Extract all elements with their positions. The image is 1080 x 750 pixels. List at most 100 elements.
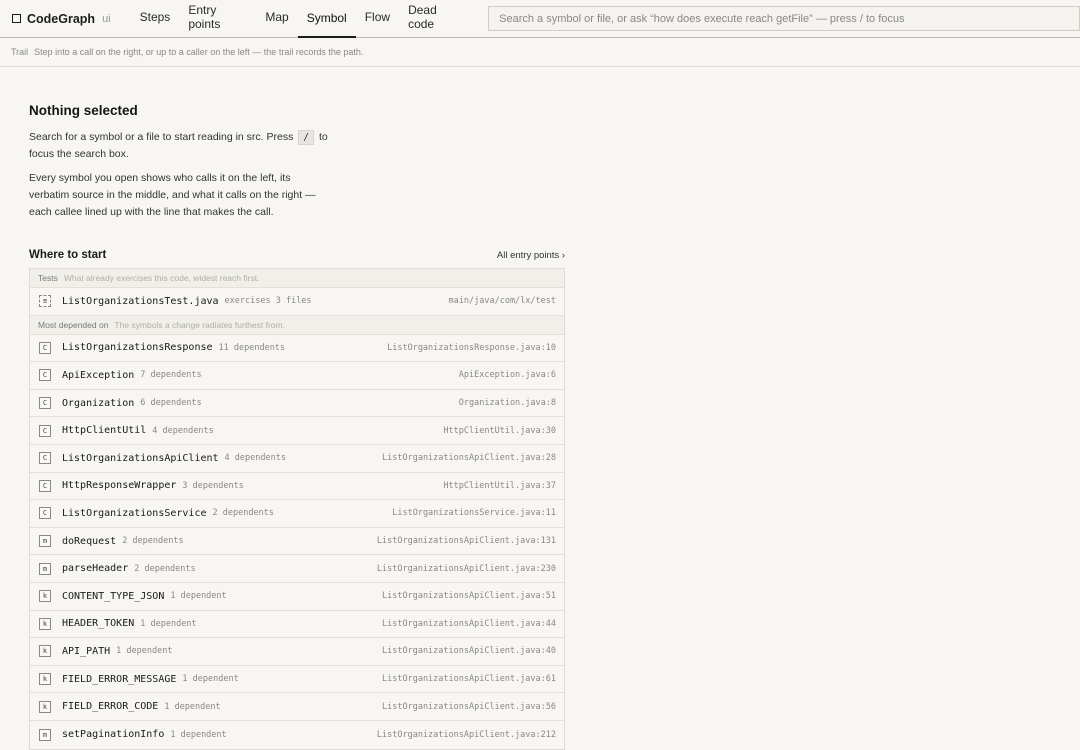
symbol-row[interactable]: m doRequest 2 dependents ListOrganizationsA… <box>30 528 564 556</box>
symbol-meta: 3 dependents <box>182 480 244 491</box>
symbol-name: HttpClientUtil <box>62 425 147 437</box>
symbol-row[interactable]: k HEADER_TOKEN 1 dependent ListOrganization… <box>30 611 564 639</box>
symbol-meta: 11 dependents <box>218 342 286 353</box>
symbol-name: CONTENT_TYPE_JSON <box>62 590 165 602</box>
symbol-location: ListOrganizationsApiClient.java:61 <box>382 674 556 685</box>
symbol-meta: 1 dependent <box>164 701 221 712</box>
symbol-meta: 4 dependents <box>224 453 286 464</box>
trail-label: Trail <box>11 47 29 57</box>
symbol-row[interactable]: C ListOrganizationsResponse 11 dependents L… <box>30 335 564 363</box>
symbol-row[interactable]: k FIELD_ERROR_CODE 1 dependent ListOrganiza… <box>30 693 564 721</box>
section-name: Most depended on <box>38 319 109 330</box>
symbol-meta: 2 dependents <box>134 563 196 574</box>
brand-name: CodeGraph <box>27 11 96 26</box>
symbol-name: ListOrganizationsService <box>62 507 207 519</box>
tab-flow[interactable]: Flow <box>356 0 399 36</box>
symbol-row[interactable]: k CONTENT_TYPE_JSON 1 dependent ListOrganiz… <box>30 583 564 611</box>
symbol-name: Organization <box>62 397 135 409</box>
all-entry-points-link[interactable]: All entry points › <box>497 250 565 261</box>
symbol-name: parseHeader <box>62 563 129 575</box>
symbol-meta: 4 dependents <box>152 425 214 436</box>
symbol-kind-icon: k <box>39 645 51 658</box>
symbol-name: ListOrganizationsApiClient <box>62 452 219 464</box>
symbol-row[interactable]: m parseHeader 2 dependents ListOrganization… <box>30 555 564 583</box>
symbol-meta: 1 dependent <box>170 729 227 740</box>
tab-symbol[interactable]: Symbol <box>297 0 356 38</box>
symbol-row[interactable]: m setPaginationInfo 1 dependent ListOrganiz… <box>30 721 564 749</box>
symbol-row[interactable]: C ListOrganizationsApiClient 4 dependents L… <box>30 445 564 473</box>
symbol-location: ListOrganizationsApiClient.java:131 <box>376 536 556 547</box>
symbol-row[interactable]: C HttpResponseWrapper 3 dependents HttpClie… <box>30 473 564 501</box>
symbol-location: ListOrganizationsApiClient.java:51 <box>382 591 556 602</box>
symbol-meta: 2 dependents <box>212 508 274 519</box>
symbol-name: ListOrganizationsResponse <box>62 342 213 354</box>
symbol-kind-icon: k <box>39 617 51 630</box>
where-to-start-table: Tests What already exercises this code, w… <box>29 268 565 750</box>
symbol-name: FIELD_ERROR_CODE <box>62 701 159 713</box>
symbol-name: FIELD_ERROR_MESSAGE <box>62 673 177 685</box>
symbol-meta: exercises 3 files <box>224 296 312 307</box>
section-description: The symbols a change radiates furthest f… <box>114 319 285 330</box>
section-description: What already exercises this code, widest… <box>63 273 260 283</box>
symbol-name: doRequest <box>62 535 117 547</box>
symbol-row[interactable]: C ApiException 7 dependents ApiException.ja… <box>30 362 564 390</box>
symbol-location: ListOrganizationsApiClient.java:230 <box>376 563 556 574</box>
symbol-meta: 1 dependent <box>170 591 227 602</box>
symbol-location: HttpClientUtil.java:37 <box>443 480 556 491</box>
symbol-kind-icon: C <box>39 397 51 410</box>
symbol-row[interactable]: ≡ ListOrganizationsTest.java exercises 3 f… <box>30 288 564 316</box>
tab-dead-code[interactable]: Dead code <box>399 0 471 36</box>
slash-key-hint: / <box>298 130 315 145</box>
symbol-location: ListOrganizationsApiClient.java:212 <box>376 729 556 740</box>
symbol-location: ListOrganizationsApiClient.java:28 <box>382 453 556 464</box>
tab-map[interactable]: Map <box>256 0 297 36</box>
main-content: Nothing selected Search for a symbol or … <box>0 67 1080 750</box>
symbol-kind-icon: ≡ <box>39 295 51 308</box>
section-name: Tests <box>38 273 58 283</box>
symbol-kind-icon: C <box>39 341 51 354</box>
top-bar: CodeGraph ui Steps Entry points Map Symbol F… <box>0 0 1080 38</box>
para-text: Search for a symbol or a file to start r… <box>29 131 294 143</box>
symbol-row[interactable]: C Organization 6 dependents Organization.ja… <box>30 390 564 418</box>
empty-state-para-2: Every symbol you open shows who calls it… <box>29 172 316 218</box>
search-input[interactable]: Search a symbol or file, or ask “how doe… <box>488 6 1080 31</box>
symbol-row[interactable]: k API_PATH 1 dependent ListOrganizationsApi… <box>30 638 564 666</box>
symbol-row[interactable]: C ListOrganizationsService 2 dependents Lis… <box>30 500 564 528</box>
section-header: Most depended on The symbols a change rad… <box>30 315 564 335</box>
symbol-name: ListOrganizationsTest.java <box>62 295 219 307</box>
empty-state-para-1: Search for a symbol or a file to start r… <box>29 129 329 163</box>
symbol-name: HttpResponseWrapper <box>62 480 177 492</box>
symbol-row[interactable]: k FIELD_ERROR_MESSAGE 1 dependent ListOrgan… <box>30 666 564 694</box>
symbol-location: main/java/com/lx/test <box>448 296 556 307</box>
nav-tabs: Steps Entry points Map Symbol Flow Dead code <box>131 0 472 38</box>
symbol-location: ListOrganizationsResponse.java:10 <box>387 342 556 353</box>
brand[interactable]: CodeGraph ui <box>12 12 111 26</box>
symbol-meta: 7 dependents <box>140 370 202 381</box>
symbol-kind-icon: k <box>39 673 51 686</box>
symbol-location: Organization.java:8 <box>458 398 556 409</box>
symbol-location: ListOrganizationsApiClient.java:44 <box>382 618 556 629</box>
tab-steps[interactable]: Steps <box>131 0 180 36</box>
symbol-location: HttpClientUtil.java:30 <box>443 425 556 436</box>
tab-entry-points[interactable]: Entry points <box>179 0 256 36</box>
symbol-name: setPaginationInfo <box>62 729 165 741</box>
symbol-location: ListOrganizationsApiClient.java:40 <box>382 646 556 657</box>
symbol-name: ApiException <box>62 369 135 381</box>
symbol-kind-icon: m <box>39 728 51 741</box>
trail-hint: Step into a call on the right, or up to … <box>34 47 364 57</box>
symbol-kind-icon: C <box>39 507 51 520</box>
symbol-kind-icon: C <box>39 424 51 437</box>
where-to-start-header: Where to start All entry points › <box>29 249 565 261</box>
symbol-kind-icon: m <box>39 562 51 575</box>
symbol-kind-icon: C <box>39 452 51 465</box>
symbol-row[interactable]: C HttpClientUtil 4 dependents HttpClientUti… <box>30 417 564 445</box>
symbol-meta: 2 dependents <box>122 536 184 547</box>
symbol-location: ApiException.java:6 <box>458 370 556 381</box>
brand-sub: ui <box>102 12 111 25</box>
where-to-start-title: Where to start <box>29 249 107 261</box>
symbol-name: HEADER_TOKEN <box>62 618 135 630</box>
trail-bar: Trail Step into a call on the right, or … <box>0 38 1080 67</box>
symbol-name: API_PATH <box>62 645 111 657</box>
symbol-kind-icon: k <box>39 700 51 713</box>
symbol-kind-icon: C <box>39 369 51 382</box>
